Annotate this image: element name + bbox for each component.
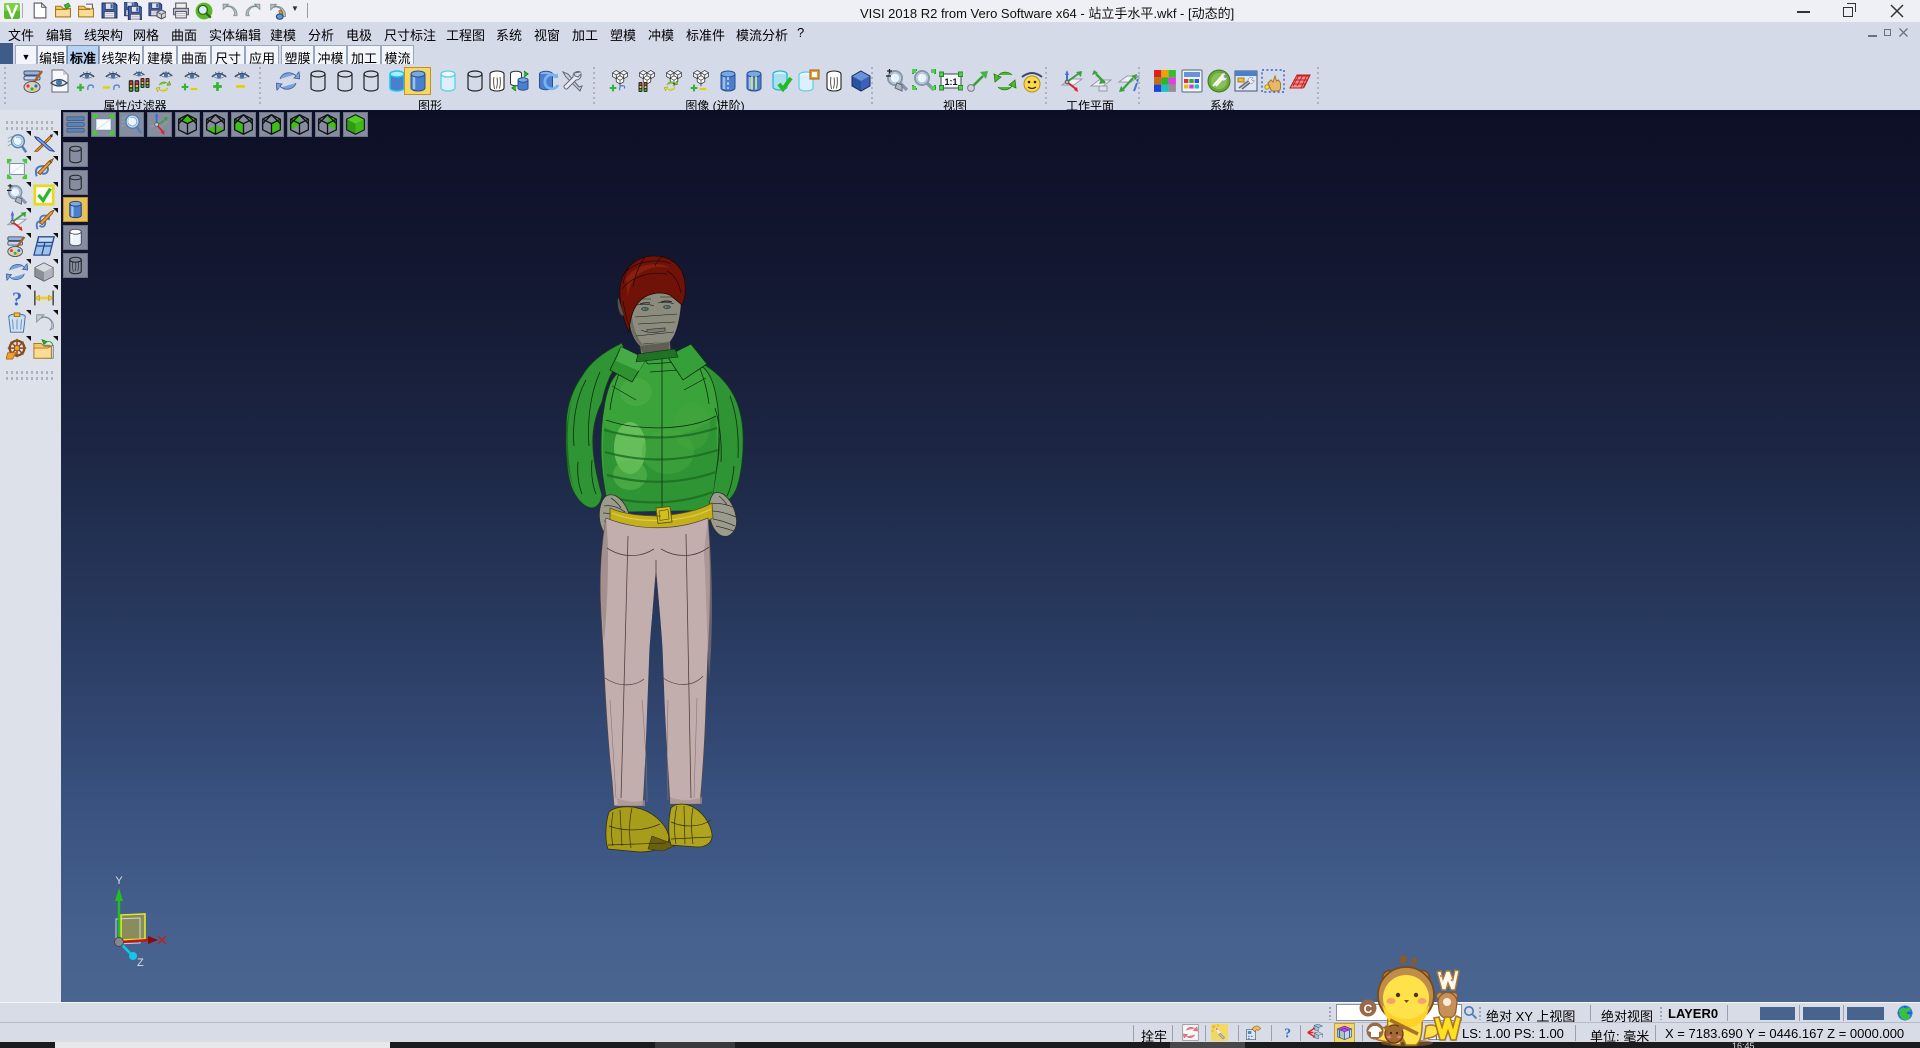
svg-text:Z: Z xyxy=(137,957,144,969)
svg-text:C: C xyxy=(1364,1002,1373,1016)
svg-text:Y: Y xyxy=(115,875,123,887)
